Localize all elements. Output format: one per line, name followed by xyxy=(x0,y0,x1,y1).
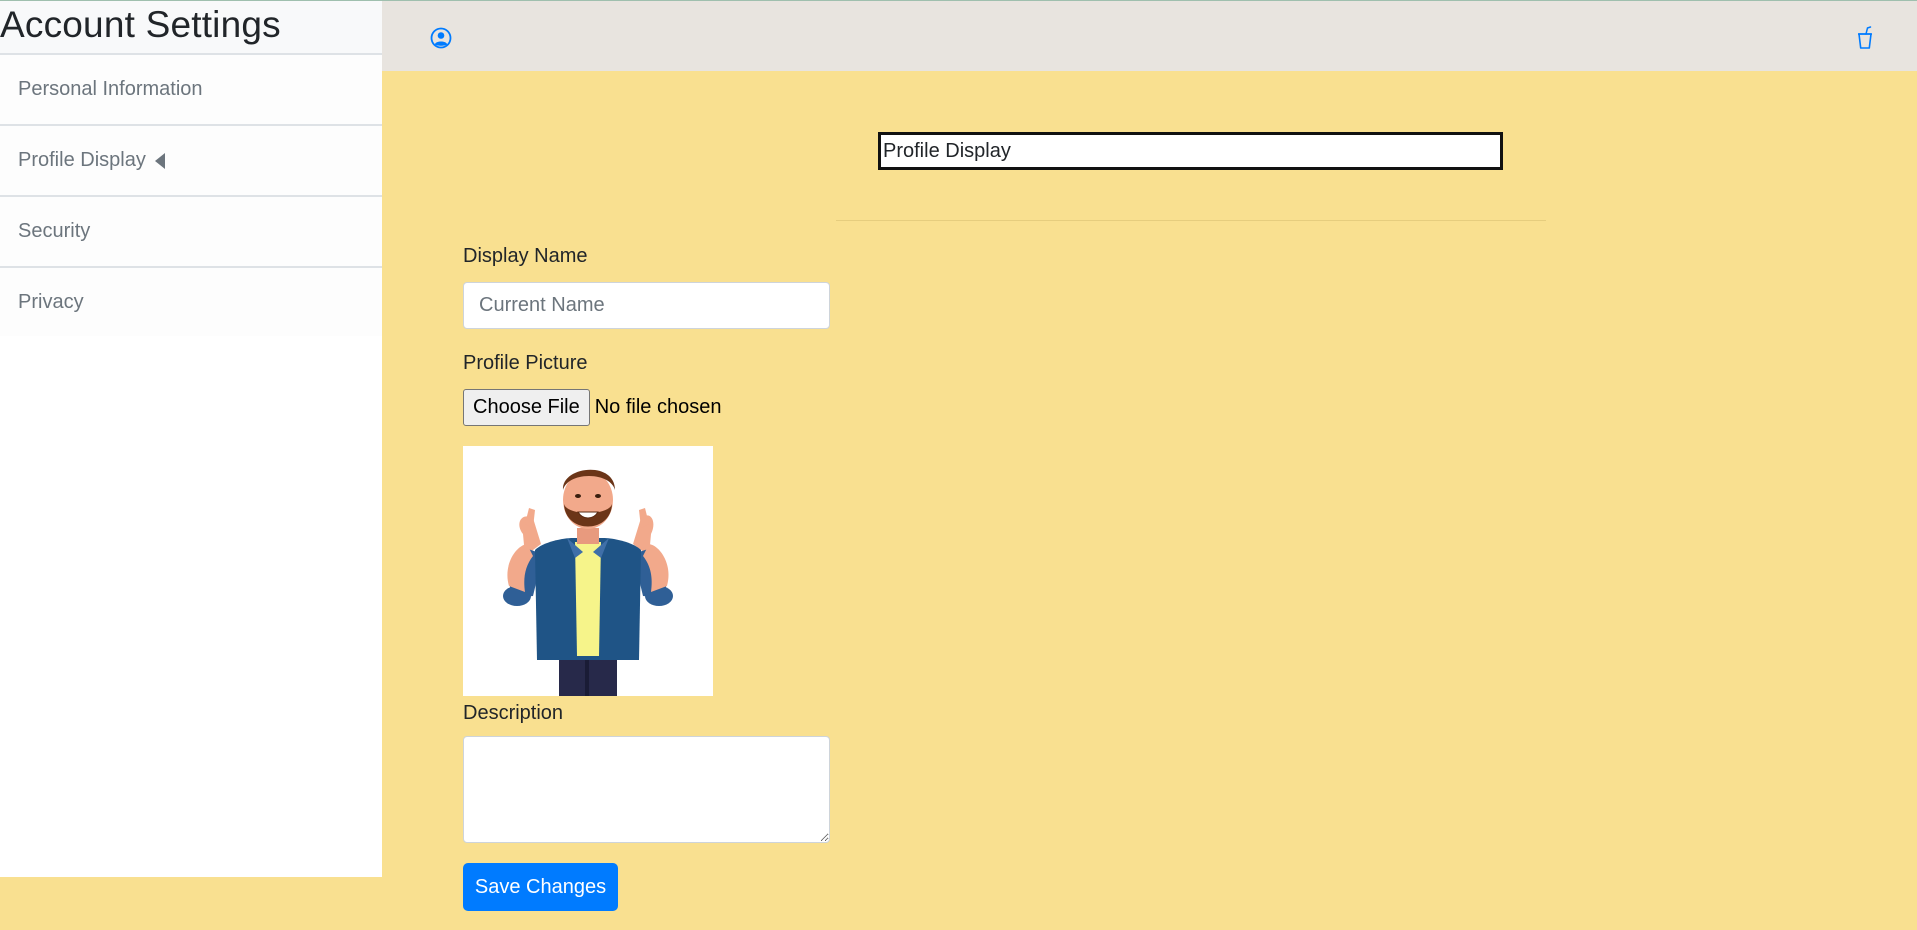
section-title: Profile Display xyxy=(878,132,1503,170)
sidebar-item-profile-display[interactable]: Profile Display xyxy=(0,126,382,197)
save-changes-button[interactable]: Save Changes xyxy=(463,863,618,911)
sidebar-item-label: Privacy xyxy=(18,290,84,313)
sidebar-item-label: Security xyxy=(18,220,91,242)
avatar-illustration xyxy=(503,469,673,696)
choose-file-button[interactable]: Choose File xyxy=(463,389,590,426)
sidebar-item-label: Personal Information xyxy=(18,78,203,100)
sidebar-item-security[interactable]: Security xyxy=(0,197,382,268)
description-textarea[interactable] xyxy=(463,736,830,843)
display-name-label: Display Name xyxy=(463,245,588,267)
sidebar-title: Account Settings xyxy=(0,1,382,55)
file-status: No file chosen xyxy=(594,396,722,418)
sidebar-item-privacy[interactable]: Privacy xyxy=(0,268,382,336)
cup-icon[interactable] xyxy=(1856,26,1874,50)
sidebar-item-personal-information[interactable]: Personal Information xyxy=(0,55,382,126)
user-circle-icon[interactable] xyxy=(430,27,452,49)
file-picker: Choose File No file chosen xyxy=(463,389,721,426)
description-label: Description xyxy=(463,702,564,724)
page-root: Account Settings Personal Information Pr… xyxy=(0,0,1917,930)
caret-left-icon xyxy=(154,152,165,169)
profile-picture-label: Profile Picture xyxy=(463,352,588,374)
divider xyxy=(836,220,1546,221)
avatar xyxy=(463,446,713,696)
sidebar-item-label: Profile Display xyxy=(18,149,146,171)
sidebar: Account Settings Personal Information Pr… xyxy=(0,1,382,877)
top-bar xyxy=(382,1,1917,71)
display-name-input[interactable] xyxy=(463,282,830,329)
